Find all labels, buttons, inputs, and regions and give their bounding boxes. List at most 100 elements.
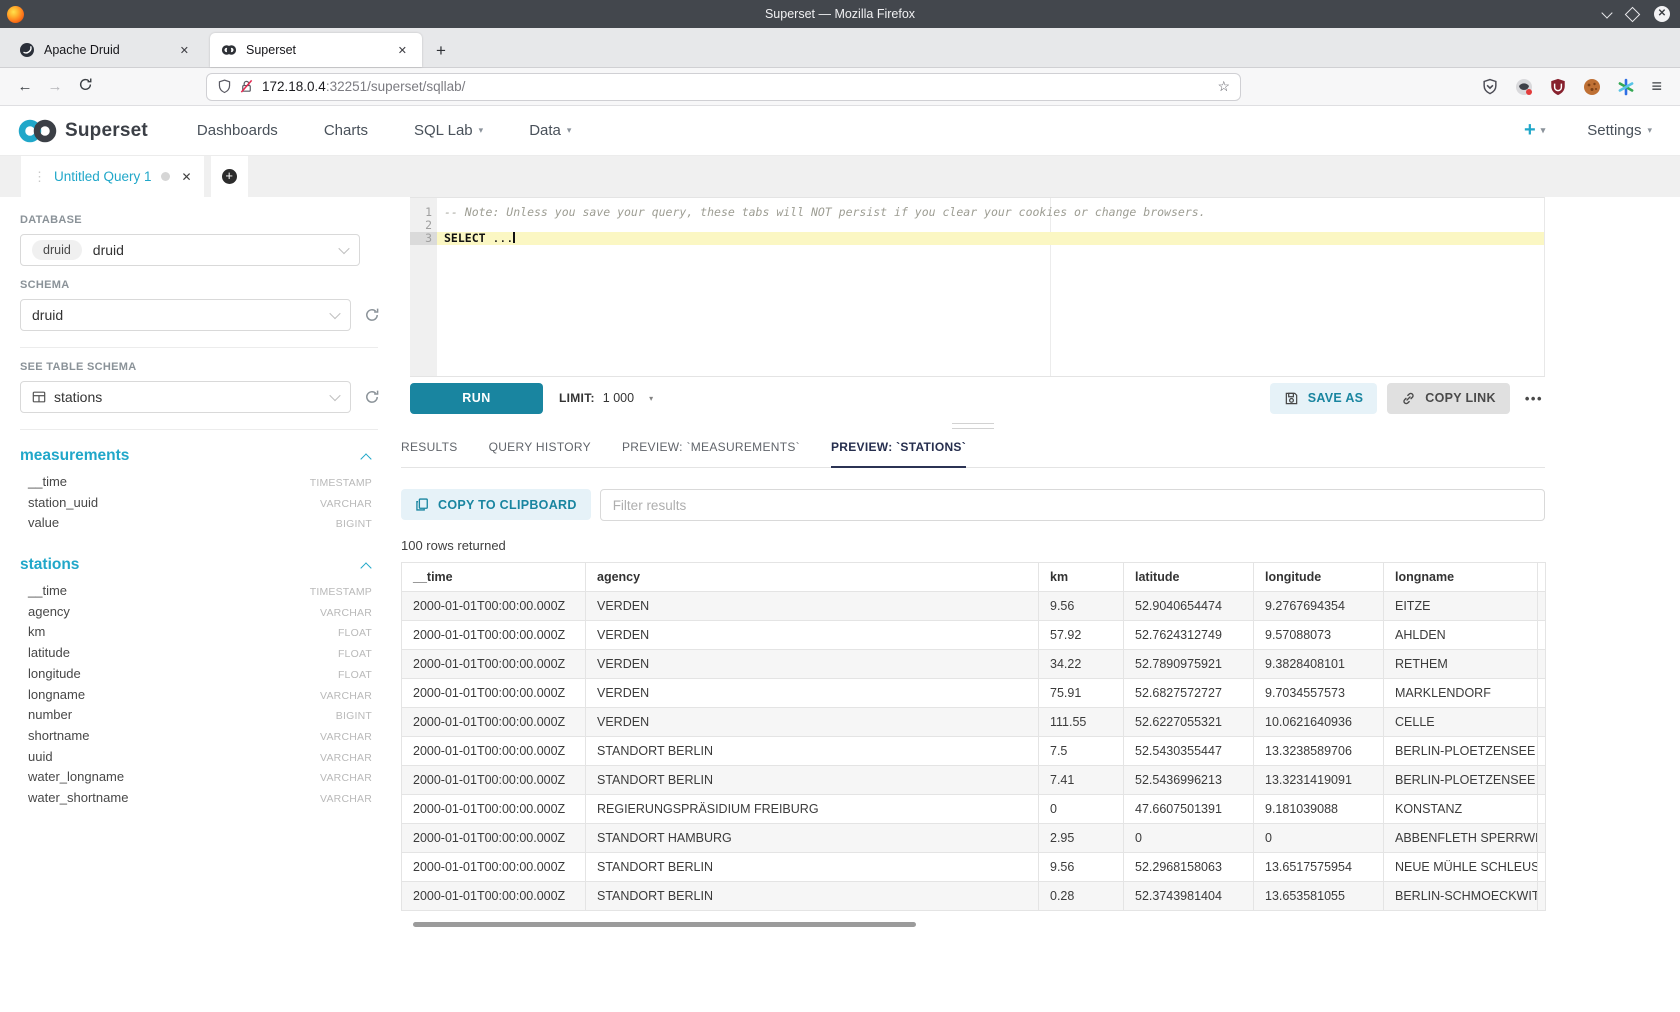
sqllab-pane: 1 -- Note: Unless you save your query, t…: [400, 197, 1680, 1012]
new-item-button[interactable]: +▾: [1524, 119, 1545, 142]
back-button[interactable]: ←: [10, 75, 40, 98]
column-name: water_longname: [28, 769, 124, 784]
nav-charts[interactable]: Charts: [301, 122, 391, 139]
tab-close-icon[interactable]: ✕: [176, 42, 193, 59]
browser-tab-druid[interactable]: Apache Druid ✕: [8, 33, 204, 67]
column-header[interactable]: __time: [402, 563, 586, 592]
tab-query-history[interactable]: QUERY HISTORY: [489, 440, 591, 467]
divider: [20, 347, 378, 348]
ublock-icon[interactable]: [1549, 78, 1567, 96]
column-header[interactable]: km: [1039, 563, 1124, 592]
sql-toolbar: RUN LIMIT: 1 000 ▾ SAVE AS COPY LINK •••: [410, 376, 1545, 419]
url-bar[interactable]: 172.18.0.4:32251/superset/sqllab/ ☆: [206, 73, 1241, 101]
pane-resize-handle[interactable]: [401, 419, 1545, 433]
column-header[interactable]: longname: [1384, 563, 1538, 592]
add-query-tab-button[interactable]: +: [211, 156, 248, 197]
column-name: value: [28, 515, 59, 530]
table-cell: 9.2767694354: [1254, 592, 1384, 621]
tab-preview-measurements[interactable]: PREVIEW: `MEASUREMENTS`: [622, 440, 800, 467]
query-tab-active[interactable]: ⋮ Untitled Query 1 ✕: [21, 156, 204, 197]
asterisk-extension-icon[interactable]: [1617, 78, 1635, 96]
copy-link-button[interactable]: COPY LINK: [1387, 383, 1510, 414]
column-header[interactable]: latitude: [1124, 563, 1254, 592]
column-name: __time: [28, 583, 67, 598]
horizontal-scrollbar[interactable]: [401, 922, 1545, 928]
column-row: shortnameVARCHAR: [20, 728, 372, 749]
table-cell: 52.7890975921: [1124, 650, 1254, 679]
superset-logo: [18, 117, 58, 145]
chevron-down-icon: ▾: [479, 125, 484, 136]
column-type: BIGINT: [336, 710, 372, 722]
tab-label: Apache Druid: [44, 43, 176, 57]
table-cell: 9.181039088: [1254, 795, 1384, 824]
run-button[interactable]: RUN: [410, 383, 543, 414]
collapse-chevron-icon[interactable]: [360, 453, 371, 464]
tab-preview-stations[interactable]: PREVIEW: `STATIONS`: [831, 440, 966, 468]
link-icon: [1401, 391, 1416, 406]
refresh-table-icon[interactable]: [364, 389, 380, 405]
column-header[interactable]: longitude: [1254, 563, 1384, 592]
window-shade-icon[interactable]: [1601, 7, 1612, 18]
copy-to-clipboard-button[interactable]: COPY TO CLIPBOARD: [401, 489, 591, 520]
sql-code: SELECT ...: [437, 232, 1544, 245]
text-cursor: [513, 232, 515, 243]
refresh-schema-icon[interactable]: [364, 307, 380, 323]
query-tab-close-icon[interactable]: ✕: [182, 170, 192, 184]
browser-tab-superset[interactable]: Superset ✕: [210, 33, 422, 67]
editor-line: 2: [410, 219, 1544, 232]
window-close-button[interactable]: ✕: [1654, 6, 1670, 22]
superset-navbar: Superset Dashboards Charts SQL Lab▾ Data…: [0, 106, 1680, 156]
column-row: station_uuidVARCHAR: [20, 495, 372, 516]
table-cell: 52.7624312749: [1124, 621, 1254, 650]
column-type: VARCHAR: [320, 498, 372, 510]
bookmark-star-icon[interactable]: ☆: [1217, 78, 1230, 95]
editor-line: 1 -- Note: Unless you save your query, t…: [410, 206, 1544, 219]
cookie-extension-icon[interactable]: [1583, 78, 1601, 96]
sql-editor[interactable]: 1 -- Note: Unless you save your query, t…: [410, 197, 1545, 376]
tab-results[interactable]: RESULTS: [401, 440, 458, 467]
column-type: VARCHAR: [320, 772, 372, 784]
table-row: 2000-01-01T00:00:00.000ZVERDEN111.5552.6…: [402, 708, 1546, 737]
drag-handle-icon[interactable]: ⋮: [33, 169, 44, 185]
column-row: latitudeFLOAT: [20, 645, 372, 666]
table-cell: 2000-01-01T00:00:00.000Z: [402, 824, 586, 853]
schema-select[interactable]: druid: [20, 299, 351, 331]
column-type: FLOAT: [338, 669, 372, 681]
table-section-measurements[interactable]: measurements: [20, 447, 372, 465]
table-cell: 52.5430355447: [1124, 737, 1254, 766]
table-select[interactable]: stations: [20, 381, 351, 413]
nav-dashboards[interactable]: Dashboards: [174, 122, 301, 139]
table-section-stations[interactable]: stations: [20, 556, 372, 574]
more-options-button[interactable]: •••: [1525, 391, 1543, 406]
new-tab-button[interactable]: +: [422, 41, 458, 67]
save-as-button[interactable]: SAVE AS: [1270, 383, 1378, 414]
reload-button[interactable]: [70, 74, 100, 99]
database-select[interactable]: druid druid: [20, 234, 360, 266]
tab-close-icon[interactable]: ✕: [394, 42, 411, 59]
chevron-down-icon: [329, 390, 340, 401]
brand-name[interactable]: Superset: [65, 120, 148, 142]
column-type: FLOAT: [338, 627, 372, 639]
insecure-lock-icon[interactable]: [239, 79, 254, 94]
forward-button[interactable]: →: [40, 75, 70, 98]
menu-hamburger-icon[interactable]: ≡: [1651, 76, 1662, 97]
column-name: uuid: [28, 749, 53, 764]
tracking-shield-icon[interactable]: [217, 79, 232, 94]
column-header[interactable]: agency: [586, 563, 1039, 592]
containers-extension-icon[interactable]: [1515, 78, 1533, 96]
collapse-chevron-icon[interactable]: [360, 562, 371, 573]
scrollbar-gutter: [1538, 679, 1546, 708]
window-maximize-button[interactable]: [1625, 6, 1641, 22]
filter-results-input[interactable]: [600, 489, 1545, 521]
column-row: __timeTIMESTAMP: [20, 583, 372, 604]
schema-value: druid: [32, 307, 63, 323]
limit-dropdown[interactable]: LIMIT: 1 000 ▾: [559, 391, 653, 405]
scrollbar-thumb[interactable]: [413, 922, 916, 927]
table-cell: 34.22: [1039, 650, 1124, 679]
settings-menu[interactable]: Settings▾: [1587, 122, 1652, 139]
pocket-shield-icon[interactable]: [1481, 78, 1499, 96]
column-type: BIGINT: [336, 518, 372, 530]
scrollbar-gutter: [1538, 737, 1546, 766]
nav-data[interactable]: Data▾: [506, 122, 594, 139]
nav-sql-lab[interactable]: SQL Lab▾: [391, 122, 506, 139]
